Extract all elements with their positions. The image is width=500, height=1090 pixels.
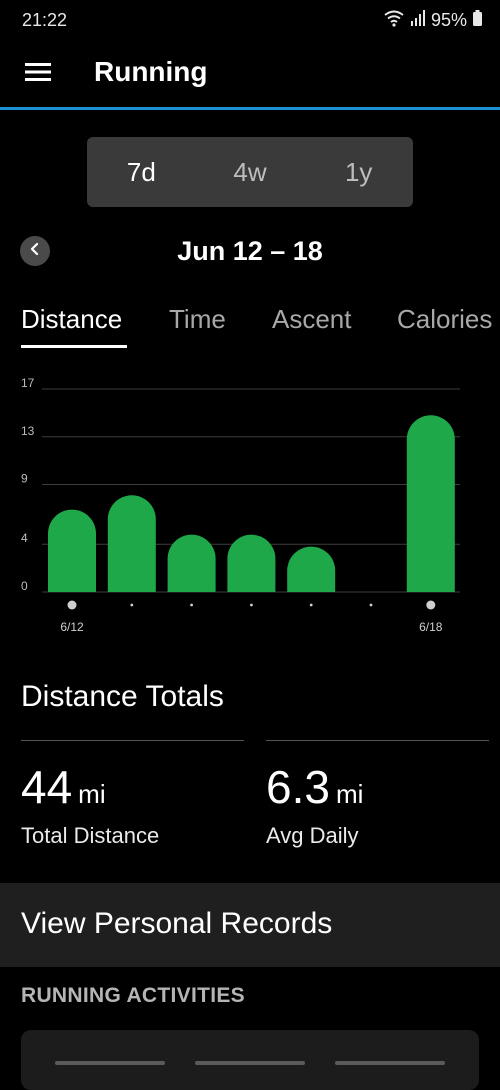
divider-right <box>266 740 489 741</box>
totals-title: Distance Totals <box>21 680 224 713</box>
period-option-1y[interactable]: 1y <box>304 157 413 188</box>
period-option-4w[interactable]: 4w <box>196 157 305 188</box>
y-tick-label: 17 <box>21 376 35 390</box>
bar-6-14 <box>167 534 216 592</box>
date-navigation: Jun 12 – 18 <box>0 232 500 272</box>
y-tick-label: 0 <box>21 579 28 593</box>
battery-level: 95% <box>430 10 467 30</box>
view-personal-records-label: View Personal Records <box>21 907 333 940</box>
bar-6-12 <box>48 509 96 592</box>
avg-daily-value: 6.3 mi <box>266 760 363 814</box>
app-bar-accent-line <box>0 107 500 110</box>
x-tick-dot <box>190 603 194 607</box>
divider-left <box>21 740 244 741</box>
status-indicators: 95% <box>383 9 482 32</box>
y-tick-label: 13 <box>21 424 35 438</box>
wifi-icon <box>383 9 405 32</box>
x-tick-dot <box>67 600 77 610</box>
app-bar: Running <box>0 44 500 106</box>
total-distance-value: 44 mi <box>21 760 106 814</box>
distance-chart: 0 4 9 13 17 6/12 6/18 <box>0 370 500 650</box>
total-distance-unit: mi <box>78 779 106 809</box>
nav-handle-center <box>195 1061 305 1065</box>
x-tick-dot <box>426 600 436 610</box>
date-range-label: Jun 12 – 18 <box>177 236 323 266</box>
menu-button[interactable] <box>20 56 56 92</box>
x-tick-dot <box>130 603 134 607</box>
total-distance-label: Total Distance <box>21 823 160 848</box>
x-tick-label: 6/18 <box>419 620 443 634</box>
signal-icon <box>410 10 425 31</box>
x-tick-dot <box>369 603 373 607</box>
battery-icon <box>473 10 482 31</box>
avg-daily-number: 6.3 <box>266 761 330 813</box>
status-bar: 21:22 95% <box>0 0 500 44</box>
x-tick-dot <box>309 603 313 607</box>
menu-icon <box>25 62 51 87</box>
running-activities-header: RUNNING ACTIVITIES <box>21 984 245 1007</box>
avg-daily-unit: mi <box>335 779 364 809</box>
metric-tabs: Distance Time Ascent Calories <box>0 300 500 352</box>
bar-6-16 <box>287 546 336 592</box>
period-option-7d[interactable]: 7d <box>87 157 196 188</box>
x-tick-label: 6/12 <box>60 620 84 634</box>
nav-handle-left <box>55 1061 165 1065</box>
x-tick-dot <box>250 603 253 607</box>
y-tick-label: 4 <box>21 531 28 545</box>
tab-time[interactable]: Time <box>169 304 226 335</box>
bar-6-15 <box>227 534 276 592</box>
nav-handle-right <box>335 1061 445 1065</box>
y-tick-label: 9 <box>21 472 28 486</box>
view-personal-records-button[interactable]: View Personal Records <box>0 883 500 967</box>
tab-calories[interactable]: Calories <box>397 304 492 335</box>
tab-distance[interactable]: Distance <box>21 304 122 335</box>
distance-bar-chart: 0 4 9 13 17 6/12 6/18 <box>21 376 460 634</box>
total-distance-number: 44 <box>21 761 73 813</box>
tab-ascent[interactable]: Ascent <box>272 304 352 335</box>
bar-6-13 <box>107 495 156 592</box>
activity-card[interactable] <box>21 1030 479 1090</box>
page-title: Running <box>94 56 208 87</box>
period-selector: 7d 4w 1y <box>87 137 413 207</box>
active-tab-indicator <box>21 345 127 348</box>
bar-6-18 <box>406 415 455 592</box>
avg-daily-label: Avg Daily <box>266 823 359 848</box>
status-time: 21:22 <box>22 10 68 30</box>
